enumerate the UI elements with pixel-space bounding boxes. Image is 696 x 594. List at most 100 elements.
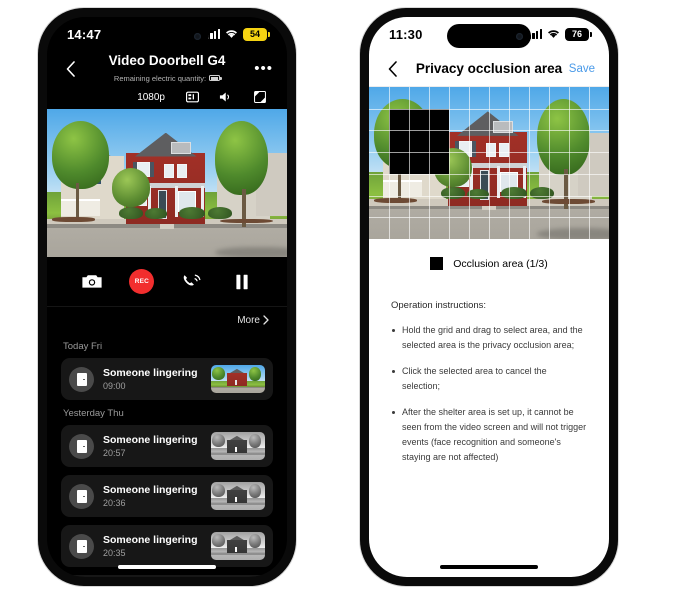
- street: [47, 228, 287, 257]
- occlusion-count-label: Occlusion area (1/3): [453, 257, 548, 270]
- instruction-item: After the shelter area is set up, it can…: [391, 405, 587, 465]
- more-options-button[interactable]: •••: [254, 61, 273, 76]
- dynamic-island: [125, 24, 209, 48]
- status-time: 11:30: [389, 26, 423, 42]
- back-button[interactable]: [383, 60, 401, 78]
- home-indicator: [118, 564, 216, 569]
- camera-icon[interactable]: [79, 269, 105, 295]
- save-button[interactable]: Save: [569, 63, 595, 75]
- event-time: 20:36: [103, 497, 126, 508]
- neighbor-porch: [61, 199, 101, 216]
- event-thumbnail[interactable]: [211, 532, 265, 560]
- event-text: Someone lingering 20:36: [103, 483, 211, 510]
- right-phone-screen: 11:30 76 Privacy occlusion area Save Occ…: [369, 17, 609, 577]
- mulch-bed: [51, 217, 95, 222]
- hedge: [179, 206, 206, 219]
- event-time: 20:35: [103, 547, 126, 558]
- avatar: [69, 366, 94, 392]
- page-title: Privacy occlusion area: [415, 60, 563, 76]
- list-item[interactable]: Someone lingering: [61, 575, 273, 577]
- phone-talk-icon[interactable]: [179, 269, 205, 295]
- legend: Occlusion area (1/3): [369, 257, 609, 270]
- porch-column: [175, 185, 178, 218]
- flowering-shrub: [111, 168, 151, 207]
- speaker-on-icon[interactable]: [219, 90, 233, 104]
- status-time: 14:47: [67, 26, 102, 42]
- hedge: [529, 187, 554, 200]
- dormer-window: [170, 141, 192, 154]
- playlist-icon[interactable]: [185, 90, 199, 104]
- instruction-item: Hold the grid and drag to select area, a…: [391, 323, 587, 353]
- doorbell-icon: [76, 372, 87, 386]
- day-group-label: Today Fri: [63, 341, 103, 352]
- hedge: [145, 208, 167, 219]
- left-status-bar: 14:47 54: [47, 17, 287, 51]
- back-button[interactable]: [61, 60, 79, 78]
- wifi-icon: [547, 29, 560, 39]
- list-item[interactable]: Someone lingering 20:36: [61, 475, 273, 517]
- instructions-heading: Operation instructions:: [391, 300, 487, 311]
- device-battery-label: Remaining electric quantity:: [113, 73, 207, 83]
- operation-instructions: Operation instructions: Hold the grid an…: [369, 270, 609, 465]
- video-quality-toolbar: 1080p: [47, 87, 287, 109]
- list-item[interactable]: Someone lingering 20:35: [61, 525, 273, 567]
- tree-trunk: [75, 183, 80, 222]
- tree-right: [537, 99, 590, 176]
- status-indicators: 76: [528, 27, 592, 41]
- more-button[interactable]: More: [237, 315, 269, 326]
- resolution-button[interactable]: 1080p: [137, 92, 165, 103]
- battery-icon: [209, 75, 222, 81]
- event-title: Someone lingering: [103, 483, 198, 496]
- battery-indicator: 76: [565, 27, 592, 41]
- street: [369, 209, 609, 239]
- occlusion-grid-view[interactable]: [369, 87, 609, 239]
- wifi-icon: [225, 29, 238, 39]
- event-text: Someone lingering 20:57: [103, 433, 211, 460]
- fullscreen-icon[interactable]: [253, 90, 267, 104]
- avatar: [69, 533, 94, 559]
- live-video-view[interactable]: [47, 109, 287, 257]
- event-time: 09:00: [103, 380, 126, 391]
- playback-controls: REC: [47, 257, 287, 307]
- battery-indicator: 54: [243, 27, 270, 41]
- dynamic-island: [447, 24, 531, 48]
- chevron-right-icon: [263, 315, 269, 325]
- mulch-bed: [373, 197, 417, 203]
- doorbell-icon: [76, 489, 87, 503]
- event-time: 20:57: [103, 447, 126, 458]
- event-list[interactable]: Today Fri Someone lingering 09:00 Yester…: [47, 341, 287, 577]
- tree-right: [215, 120, 268, 195]
- front-camera-icon: [516, 32, 523, 40]
- status-indicators: 54: [206, 27, 270, 41]
- screenshot-stage: 14:47 54 Video Doorbell G4 Remaining ele…: [0, 0, 696, 594]
- hedge: [441, 187, 465, 200]
- right-nav-bar: Privacy occlusion area Save: [369, 51, 609, 87]
- avatar: [69, 433, 94, 459]
- pause-icon[interactable]: [229, 269, 255, 295]
- event-thumbnail[interactable]: [211, 432, 265, 460]
- doorbell-icon: [76, 539, 87, 553]
- left-phone-screen: 14:47 54 Video Doorbell G4 Remaining ele…: [47, 17, 287, 577]
- right-phone-frame: 11:30 76 Privacy occlusion area Save Occ…: [360, 8, 618, 586]
- doorbell-camera-scene: [47, 109, 287, 257]
- avatar: [69, 483, 94, 509]
- left-phone-frame: 14:47 54 Video Doorbell G4 Remaining ele…: [38, 8, 296, 586]
- mulch-bed: [541, 199, 595, 205]
- mulch-bed: [219, 218, 273, 224]
- street-shadow: [215, 246, 287, 257]
- instruction-item: Click the selected area to cancel the se…: [391, 364, 587, 394]
- record-button[interactable]: REC: [129, 269, 155, 294]
- event-title: Someone lingering: [103, 433, 198, 446]
- front-camera-icon: [194, 32, 201, 40]
- list-item[interactable]: Someone lingering 20:57: [61, 425, 273, 467]
- list-item[interactable]: Someone lingering 09:00: [61, 358, 273, 400]
- event-thumbnail[interactable]: [211, 365, 265, 393]
- event-thumbnail[interactable]: [211, 482, 265, 510]
- event-text: Someone lingering 09:00: [103, 366, 211, 393]
- hedge: [501, 187, 528, 200]
- occlusion-area-selection[interactable]: [388, 108, 449, 174]
- device-battery-line: Remaining electric quantity:: [113, 73, 222, 84]
- page-title: Video Doorbell G4: [108, 52, 226, 68]
- occlusion-swatch: [430, 257, 444, 270]
- more-label: More: [237, 314, 260, 326]
